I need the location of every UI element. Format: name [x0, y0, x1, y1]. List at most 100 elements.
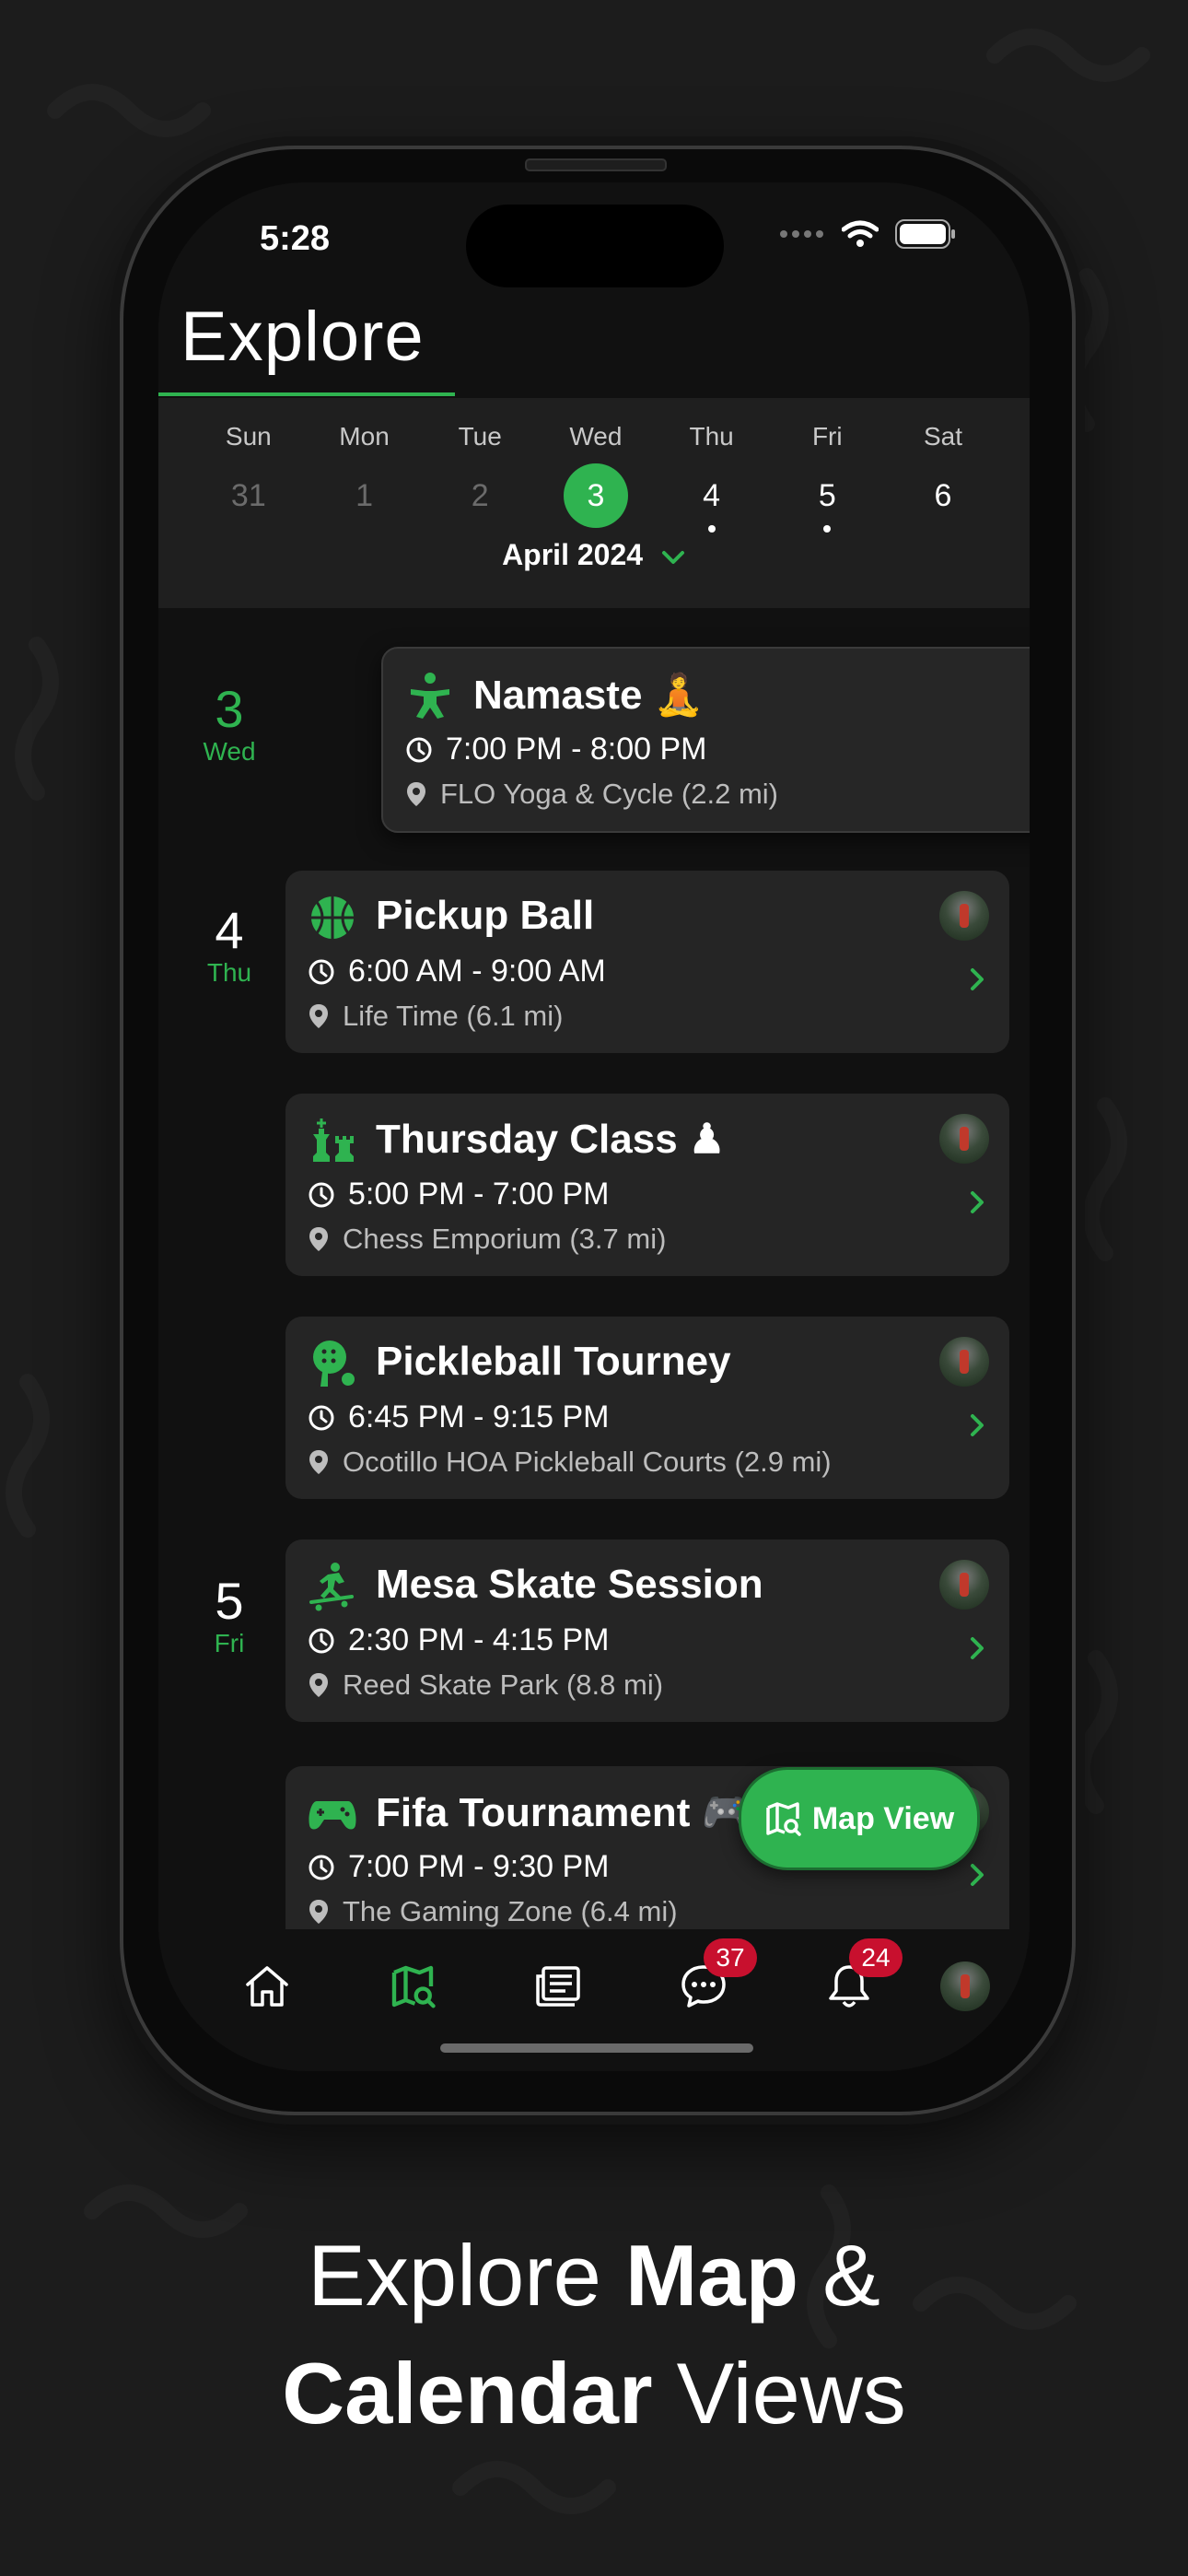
location-pin-icon: [309, 1673, 328, 1697]
calendar-date-2[interactable]: 2: [422, 463, 538, 529]
event-time-row: 6:00 AM - 9:00 AM: [308, 954, 606, 989]
weekday-label: Mon: [339, 422, 390, 451]
status-icons: [779, 219, 956, 249]
event-location: FLO Yoga & Cycle (2.2 mi): [440, 778, 778, 810]
event-title: Thursday Class ♟: [376, 1117, 726, 1162]
signal-icon: [780, 230, 823, 238]
pickleball-icon: [313, 1341, 355, 1387]
tab-profile[interactable]: [928, 1950, 1002, 2023]
host-avatar[interactable]: [939, 1560, 989, 1610]
host-avatar[interactable]: [939, 1337, 989, 1387]
event-dot: [707, 525, 716, 533]
event-time: 6:00 AM - 9:00 AM: [348, 954, 606, 989]
tab-messages[interactable]: 37: [667, 1938, 757, 2023]
notifications-badge: 24: [849, 1938, 903, 1977]
event-location: The Gaming Zone (6.4 mi): [343, 1895, 678, 1927]
month-label: April 2024: [502, 538, 644, 571]
event-card[interactable]: Thursday Class ♟ 5:00 PM - 7:00 PM Chess…: [285, 1094, 1009, 1276]
status-time: 5:28: [260, 219, 331, 258]
location-pin-icon: [309, 1900, 328, 1924]
basketball-icon: [311, 896, 354, 939]
weekday-label: Sat: [923, 422, 962, 451]
weekday-label: Thu: [689, 422, 734, 451]
volume-up-button: [111, 626, 118, 737]
event-location-row: Chess Emporium (3.7 mi): [308, 1223, 666, 1256]
tab-notifications[interactable]: 24: [812, 1938, 903, 2023]
event-card[interactable]: Mesa Skate Session 2:30 PM - 4:15 PM Ree…: [285, 1540, 1009, 1722]
calendar-date-1[interactable]: 1: [307, 463, 423, 529]
chevron-right-icon: [971, 1191, 984, 1213]
event-location-row: Reed Skate Park (8.8 mi): [308, 1669, 663, 1702]
event-time: 2:30 PM - 4:15 PM: [348, 1622, 610, 1657]
headline-line-2: Calendar Views: [282, 2345, 906, 2441]
dynamic-island: [466, 205, 724, 287]
phone-speaker: [525, 158, 667, 171]
event-card[interactable]: Namaste 🧘 7:00 PM - 8:00 PM FLO Yoga & C…: [381, 647, 1030, 833]
home-icon: [246, 1966, 288, 2007]
chess-icon: [313, 1118, 354, 1162]
host-avatar[interactable]: [939, 1114, 989, 1164]
event-time: 7:00 PM - 9:30 PM: [348, 1849, 610, 1884]
tab-home[interactable]: [230, 1950, 304, 2023]
yoga-icon: [411, 673, 449, 719]
host-avatar[interactable]: [939, 891, 989, 941]
skateboard-icon: [309, 1563, 354, 1611]
battery-icon: [895, 219, 955, 249]
chevron-right-icon: [971, 1637, 984, 1659]
event-location-row: FLO Yoga & Cycle (2.2 mi): [405, 778, 778, 811]
event-location-row: Life Time (6.1 mi): [308, 1000, 563, 1033]
headline-line-1: Explore Map &: [308, 2227, 880, 2324]
map-view-button[interactable]: Map View: [739, 1767, 980, 1870]
event-location: Chess Emporium (3.7 mi): [343, 1223, 667, 1255]
day-group-label: 5 Fri: [214, 1572, 245, 1658]
event-list[interactable]: 3 Wed Namaste 🧘 7:00 PM - 8:00 PM FLO Yo…: [158, 608, 1030, 1929]
calendar-date-31[interactable]: 31: [191, 463, 307, 529]
tab-feed[interactable]: [521, 1950, 595, 2023]
feed-icon: [536, 1966, 580, 2007]
calendar-date-5[interactable]: 5: [769, 463, 885, 533]
date-row: 31 1 2 3 4 5 6: [191, 463, 1001, 533]
month-selector[interactable]: April 2024: [158, 538, 1030, 572]
event-title: Fifa Tournament 🎮: [376, 1790, 752, 1835]
event-time-row: 7:00 PM - 8:00 PM: [405, 732, 706, 767]
event-time-row: 6:45 PM - 9:15 PM: [308, 1399, 609, 1435]
event-location: Life Time (6.1 mi): [343, 1000, 564, 1032]
clock-icon: [309, 1405, 334, 1430]
home-indicator: [440, 2043, 753, 2053]
tab-explore[interactable]: [376, 1950, 449, 2023]
day-group-label: 3 Wed: [203, 680, 256, 767]
event-location-row: The Gaming Zone (6.4 mi): [308, 1895, 678, 1928]
event-time-row: 2:30 PM - 4:15 PM: [308, 1622, 609, 1658]
title-underline: [158, 392, 455, 396]
chevron-right-icon: [971, 968, 984, 990]
chevron-right-icon: [971, 1414, 984, 1436]
map-search-icon: [391, 1965, 436, 2008]
event-time: 5:00 PM - 7:00 PM: [348, 1177, 610, 1212]
clock-icon: [309, 1628, 334, 1653]
event-title: Pickup Ball: [376, 893, 595, 938]
location-pin-icon: [407, 782, 425, 806]
event-location: Ocotillo HOA Pickleball Courts (2.9 mi): [343, 1446, 832, 1478]
messages-badge: 37: [704, 1938, 757, 1977]
page-title: Explore: [181, 298, 425, 376]
location-pin-icon: [309, 1450, 328, 1474]
location-pin-icon: [309, 1004, 328, 1028]
calendar-date-6[interactable]: 6: [885, 463, 1001, 529]
event-time-row: 7:00 PM - 9:30 PM: [308, 1849, 609, 1885]
event-card[interactable]: Pickup Ball 6:00 AM - 9:00 AM Life Time …: [285, 871, 1009, 1053]
clock-icon: [309, 1182, 334, 1207]
weekday-label: Sun: [225, 422, 272, 451]
map-search-icon: [766, 1802, 801, 1836]
gamepad-icon: [309, 1801, 356, 1830]
wifi-icon: [842, 220, 879, 247]
calendar-date-3-selected[interactable]: 3: [538, 463, 654, 529]
clock-icon: [406, 737, 432, 762]
event-time: 6:45 PM - 9:15 PM: [348, 1399, 610, 1434]
event-title: Namaste 🧘: [473, 673, 705, 718]
event-dot: [823, 525, 832, 533]
action-button: [111, 507, 118, 571]
weekday-label: Wed: [569, 422, 623, 451]
calendar-date-4[interactable]: 4: [654, 463, 770, 533]
map-view-label: Map View: [811, 1800, 955, 1836]
event-card[interactable]: Pickleball Tourney 6:45 PM - 9:15 PM Oco…: [285, 1317, 1009, 1499]
